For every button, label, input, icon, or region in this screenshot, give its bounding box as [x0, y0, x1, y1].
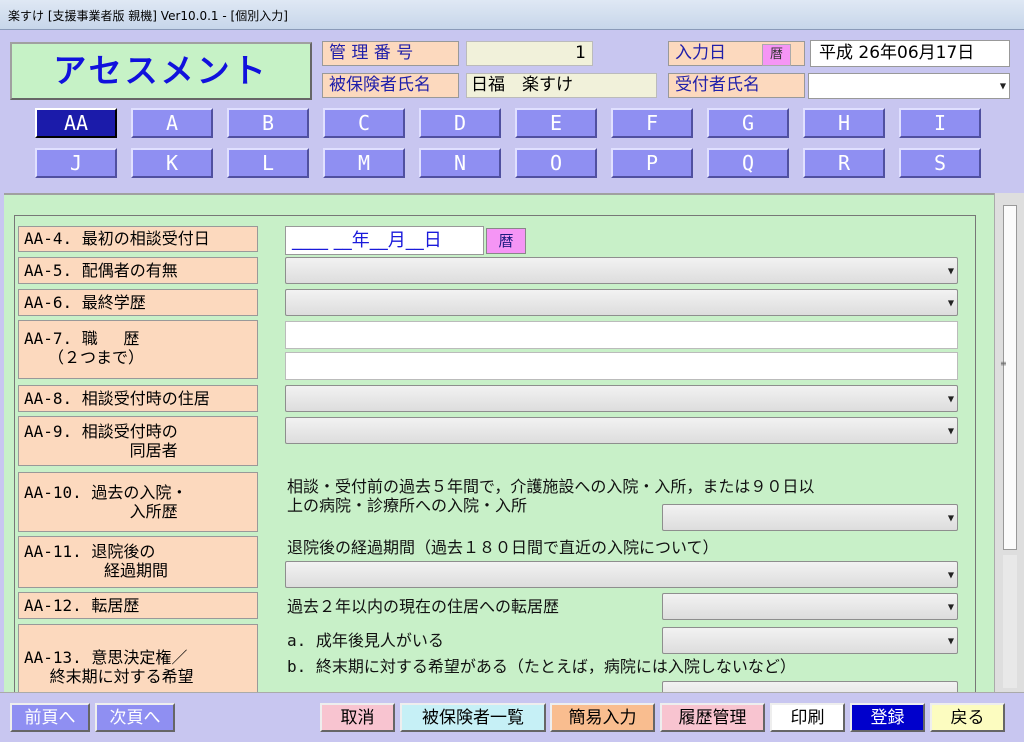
chevron-down-icon: ▼ — [947, 570, 954, 579]
management-no-label: 管 理 番 号 — [322, 41, 459, 66]
section-button-n[interactable]: N — [419, 148, 501, 178]
spouse-select[interactable]: ▼ — [285, 257, 958, 284]
register-button[interactable]: 登録 — [850, 703, 925, 732]
section-button-h[interactable]: H — [803, 108, 885, 138]
item-aa8-label: AA-8. 相談受付時の住居 — [18, 385, 258, 412]
back-button[interactable]: 戻る — [930, 703, 1005, 732]
print-button[interactable]: 印刷 — [770, 703, 845, 732]
section-button-d[interactable]: D — [419, 108, 501, 138]
section-button-k[interactable]: K — [131, 148, 213, 178]
job-history-input-1[interactable] — [285, 321, 958, 349]
window-title: 楽すけ [支援事業者版 親機] Ver10.0.1 - [個別入力] — [8, 9, 288, 23]
vertical-scrollbar[interactable]: ≡ — [994, 193, 1024, 692]
chevron-down-icon: ▼ — [999, 81, 1006, 91]
header-panel: アセスメント 管 理 番 号 1 被保険者氏名 日福 楽すけ 入力日 暦 平成 … — [0, 30, 1024, 193]
section-button-c[interactable]: C — [323, 108, 405, 138]
chevron-down-icon: ▼ — [947, 602, 954, 611]
guardian-select[interactable]: ▼ — [662, 627, 958, 654]
scroll-track[interactable] — [1003, 555, 1017, 688]
section-button-o[interactable]: O — [515, 148, 597, 178]
residence-select[interactable]: ▼ — [285, 385, 958, 412]
section-button-s[interactable]: S — [899, 148, 981, 178]
item-aa12-label: AA-12. 転居歴 — [18, 592, 258, 619]
calendar-button[interactable]: 暦 — [486, 228, 526, 254]
input-date-field[interactable]: 平成 26年06月17日 — [810, 40, 1010, 67]
item-aa5-label: AA-5. 配偶者の有無 — [18, 257, 258, 284]
insured-name-value: 日福 楽すけ — [466, 73, 657, 98]
section-button-b[interactable]: B — [227, 108, 309, 138]
item-aa11-label: AA-11. 退院後の 経過期間 — [18, 536, 258, 588]
section-button-i[interactable]: I — [899, 108, 981, 138]
item-aa4-label: AA-4. 最初の相談受付日 — [18, 226, 258, 252]
item-aa13-label: AA-13. 意思決定権／ 終末期に対する希望 — [18, 624, 258, 692]
first-consultation-date-input[interactable]: ____ __年__月__日 — [285, 226, 484, 255]
aa12-note: 過去２年以内の現在の住居への転居歴 — [287, 597, 560, 616]
management-no-value: 1 — [466, 41, 593, 66]
cohabitant-select[interactable]: ▼ — [285, 417, 958, 444]
quick-input-button[interactable]: 簡易入力 — [550, 703, 655, 732]
item-aa10-label: AA-10. 過去の入院・ 入所歴 — [18, 472, 258, 532]
section-button-j[interactable]: J — [35, 148, 117, 178]
aa10-note-line1: 相談・受付前の過去５年間で，介護施設への入院・入所，または９０日以 — [287, 477, 815, 496]
receptionist-label: 受付者氏名 — [668, 73, 805, 98]
chevron-down-icon: ▼ — [947, 636, 954, 645]
section-button-g[interactable]: G — [707, 108, 789, 138]
cancel-button[interactable]: 取消 — [320, 703, 395, 732]
aa13-note-a: a. 成年後見人がいる — [287, 631, 444, 650]
section-button-p[interactable]: P — [611, 148, 693, 178]
education-select[interactable]: ▼ — [285, 289, 958, 316]
next-page-button[interactable]: 次頁へ — [95, 703, 175, 732]
section-button-q[interactable]: Q — [707, 148, 789, 178]
section-button-r[interactable]: R — [803, 148, 885, 178]
calendar-button-top[interactable]: 暦 — [762, 44, 791, 66]
prev-page-button[interactable]: 前頁へ — [10, 703, 90, 732]
insured-name-label: 被保険者氏名 — [322, 73, 459, 98]
item-aa9-label: AA-9. 相談受付時の 同居者 — [18, 416, 258, 466]
window-title-bar: 楽すけ [支援事業者版 親機] Ver10.0.1 - [個別入力] — [0, 0, 1024, 30]
screen-title: アセスメント — [10, 42, 312, 100]
section-button-l[interactable]: L — [227, 148, 309, 178]
history-button[interactable]: 履歴管理 — [660, 703, 765, 732]
form-content: AA-4. 最初の相談受付日 ____ __年__月__日 暦 AA-5. 配偶… — [4, 193, 994, 692]
footer-bar: 前頁へ 次頁へ 取消 被保険者一覧 簡易入力 履歴管理 印刷 登録 戻る — [0, 692, 1024, 742]
section-button-aa[interactable]: AA — [35, 108, 117, 138]
section-button-e[interactable]: E — [515, 108, 597, 138]
grip-icon: ≡ — [1000, 359, 1007, 368]
end-of-life-select[interactable]: ▼ — [662, 681, 958, 692]
insured-list-button[interactable]: 被保険者一覧 — [400, 703, 546, 732]
section-button-m[interactable]: M — [323, 148, 405, 178]
aa13-note-b: b. 終末期に対する希望がある（たとえば，病院には入院しないなど） — [287, 657, 796, 676]
job-history-input-2[interactable] — [285, 352, 958, 380]
chevron-down-icon: ▼ — [947, 426, 954, 435]
receptionist-select[interactable]: ▼ — [808, 73, 1010, 99]
aa10-note-line2: 上の病院・診療所への入院・入所 — [287, 496, 528, 515]
past-admission-select[interactable]: ▼ — [662, 504, 958, 531]
item-aa6-label: AA-6. 最終学歴 — [18, 289, 258, 316]
relocation-select[interactable]: ▼ — [662, 593, 958, 620]
item-aa7-label: AA-7. 職 歴 （２つまで） — [18, 320, 258, 379]
chevron-down-icon: ▼ — [947, 266, 954, 275]
scroll-thumb[interactable] — [1003, 205, 1017, 550]
chevron-down-icon: ▼ — [947, 298, 954, 307]
chevron-down-icon: ▼ — [947, 394, 954, 403]
section-button-a[interactable]: A — [131, 108, 213, 138]
chevron-down-icon: ▼ — [947, 513, 954, 522]
aa11-note: 退院後の経過期間（過去１８０日間で直近の入院について） — [287, 538, 719, 557]
post-discharge-period-select[interactable]: ▼ — [285, 561, 958, 588]
section-button-f[interactable]: F — [611, 108, 693, 138]
